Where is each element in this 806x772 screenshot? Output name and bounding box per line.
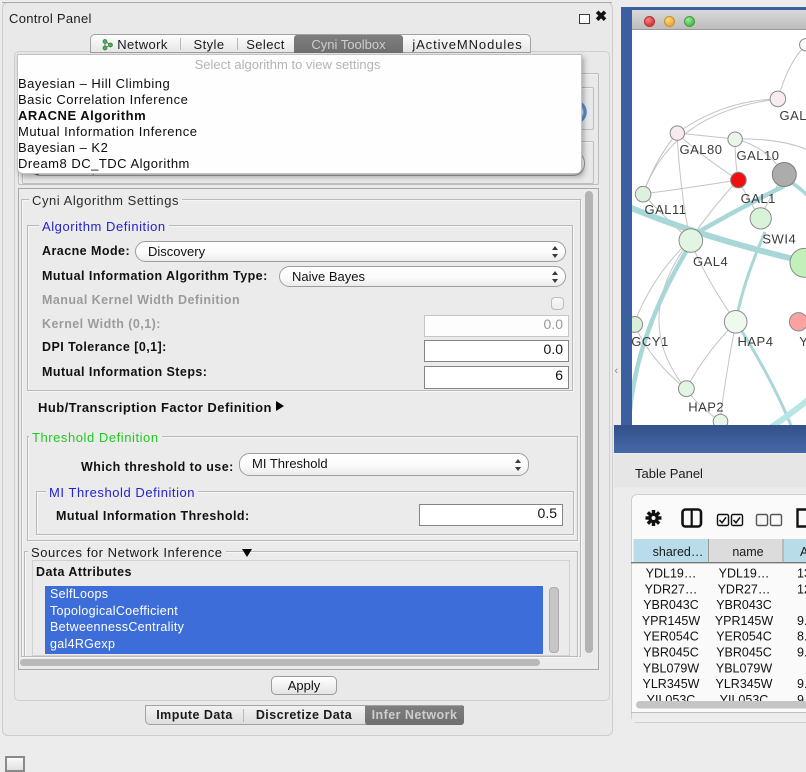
svg-text:GAL80: GAL80: [680, 142, 723, 157]
svg-text:GAL1: GAL1: [741, 191, 776, 206]
svg-text:13: 13: [797, 567, 806, 581]
svg-text:YDL19…: YDL19…: [719, 567, 770, 581]
svg-text:name: name: [732, 545, 763, 559]
svg-text:YER054C: YER054C: [643, 630, 699, 644]
svg-text:shared…: shared…: [653, 545, 704, 559]
svg-text:GCY1: GCY1: [632, 334, 669, 349]
svg-text:9.: 9.: [797, 614, 806, 628]
svg-text:YDR27…: YDR27…: [718, 582, 771, 596]
svg-text:YPR145W: YPR145W: [642, 614, 701, 628]
svg-text:YLR345W: YLR345W: [643, 677, 700, 691]
svg-text:YDL19…: YDL19…: [646, 567, 697, 581]
svg-text:GAL: GAL: [780, 108, 806, 123]
svg-text:YPR145W: YPR145W: [715, 614, 774, 628]
svg-text:YBR043C: YBR043C: [716, 598, 772, 612]
svg-text:A: A: [800, 545, 806, 559]
svg-text:YBR045C: YBR045C: [716, 646, 772, 660]
svg-text:YBR045C: YBR045C: [643, 646, 699, 660]
svg-text:YBL079W: YBL079W: [716, 661, 772, 675]
svg-text:HAP4: HAP4: [738, 334, 774, 349]
svg-text:12: 12: [797, 582, 806, 596]
svg-text:GAL4: GAL4: [693, 254, 728, 269]
svg-text:YER054C: YER054C: [716, 630, 772, 644]
svg-text:YBL079W: YBL079W: [643, 661, 699, 675]
svg-text:Y: Y: [799, 334, 806, 349]
svg-text:9.: 9.: [797, 646, 806, 660]
svg-text:YBR043C: YBR043C: [643, 598, 699, 612]
svg-text:GAL10: GAL10: [737, 148, 780, 163]
svg-text:SWI4: SWI4: [762, 232, 796, 247]
svg-text:8.: 8.: [797, 630, 806, 644]
svg-text:YLR345W: YLR345W: [716, 677, 773, 691]
svg-text:YDR27…: YDR27…: [645, 582, 698, 596]
svg-text:9.: 9.: [797, 677, 806, 691]
svg-text:HAP2: HAP2: [688, 400, 724, 415]
svg-text:GAL11: GAL11: [645, 202, 687, 217]
